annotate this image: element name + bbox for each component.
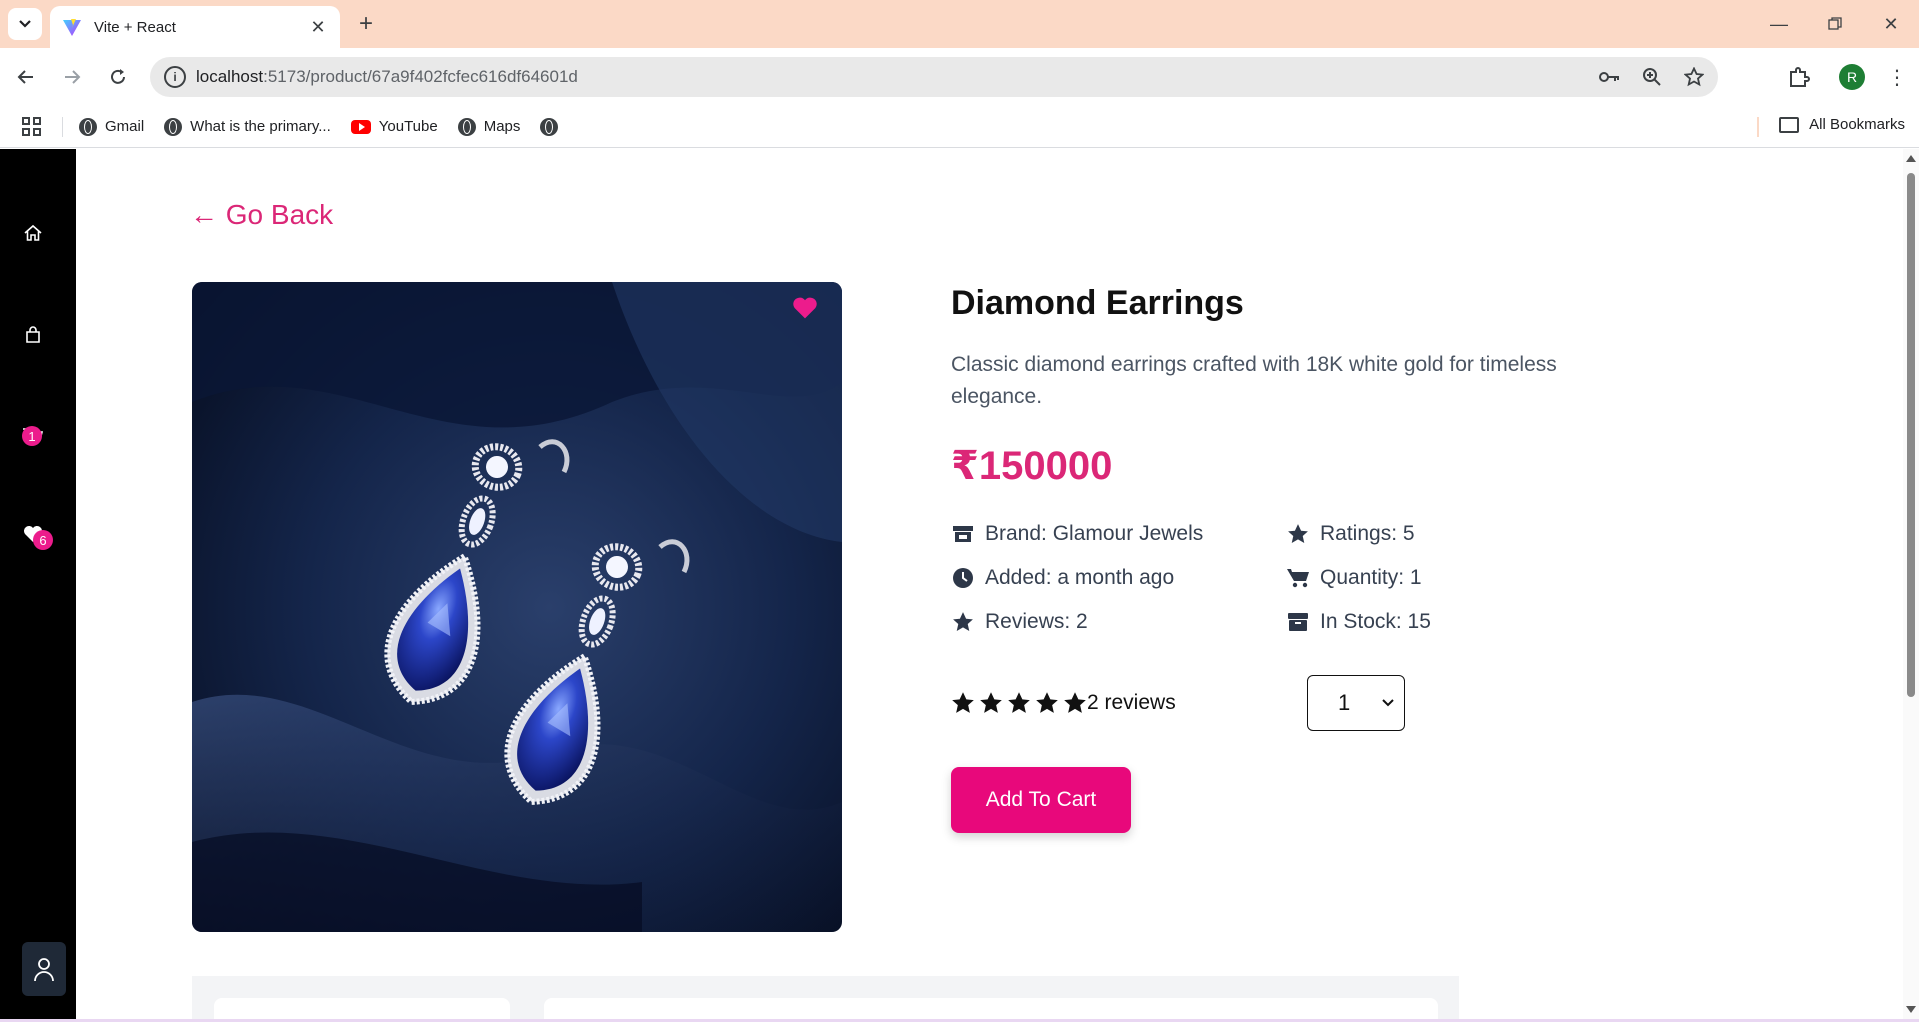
youtube-icon: [350, 119, 371, 134]
cart-count-badge: 1: [22, 426, 42, 446]
cart-icon[interactable]: 1: [22, 426, 44, 448]
restore-icon[interactable]: [1807, 0, 1863, 48]
info-brand: Brand: Glamour Jewels: [951, 521, 1286, 547]
product-info-grid: Brand: Glamour Jewels Ratings: 5 Added: …: [951, 521, 1621, 635]
info-added: Added: a month ago: [951, 565, 1286, 591]
back-arrow-icon[interactable]: [10, 61, 42, 93]
page-content: 1 6 ← Go Back Diamond Earrings Classic d…: [0, 149, 1919, 1022]
bookmark-what-is-the-primary[interactable]: What is the primary...: [164, 117, 331, 136]
site-info-icon[interactable]: i: [164, 66, 186, 88]
store-icon: [951, 522, 975, 546]
clock-icon: [951, 566, 975, 590]
zoom-icon[interactable]: [1640, 65, 1664, 89]
product-details: Diamond Earrings Classic diamond earring…: [951, 284, 1621, 833]
rating-star-icon: [980, 692, 1002, 713]
forward-arrow-icon[interactable]: [56, 61, 88, 93]
rating-star-icon: [1008, 692, 1030, 713]
bookmark-star-icon[interactable]: [1682, 65, 1706, 89]
new-tab-button[interactable]: +: [352, 10, 380, 38]
rating-row: 2 reviews 1: [951, 675, 1621, 731]
all-bookmarks-separator: [1757, 117, 1759, 137]
rating-star-icon: [952, 692, 974, 713]
bookmark-maps[interactable]: Maps: [457, 117, 520, 136]
info-reviews: Reviews: 2: [951, 609, 1286, 635]
box-icon: [1286, 610, 1310, 634]
product-description: Classic diamond earrings crafted with 18…: [951, 353, 1557, 408]
extensions-puzzle-icon[interactable]: [1783, 61, 1815, 93]
reload-icon[interactable]: [102, 61, 134, 93]
apps-grid-icon[interactable]: [22, 116, 42, 137]
reviews-section: [192, 976, 1459, 1022]
favorite-heart-button[interactable]: [792, 296, 818, 325]
reviews-count-text: 2 reviews: [1087, 691, 1176, 714]
close-window-icon[interactable]: ✕: [1863, 0, 1919, 48]
user-icon: [34, 958, 54, 982]
globe-icon: [540, 117, 559, 136]
bookmark-gmail[interactable]: Gmail: [79, 117, 144, 136]
quantity-select[interactable]: 1: [1307, 675, 1405, 731]
info-in-stock: In Stock: 15: [1286, 609, 1586, 635]
globe-icon: [164, 117, 183, 136]
close-tab-icon[interactable]: ✕: [308, 17, 328, 37]
product-name: Diamond Earrings: [951, 284, 1244, 322]
heart-icon[interactable]: 6: [22, 523, 53, 550]
browser-toolbar: i localhost:5173/product/67a9f402fcfec61…: [0, 48, 1919, 106]
earrings-photo: [192, 282, 842, 932]
page-scrollbar[interactable]: [1903, 149, 1919, 1019]
chevron-down-icon: [19, 20, 31, 28]
url-text: localhost:5173/product/67a9f402fcfec616d…: [196, 67, 578, 86]
shopping-bag-icon[interactable]: [22, 324, 44, 346]
star-icon: [1286, 522, 1310, 546]
minimize-icon[interactable]: —: [1751, 0, 1807, 48]
go-back-link[interactable]: ← Go Back: [190, 199, 333, 231]
quantity-select-value: 1: [1338, 690, 1351, 715]
bookmarks-separator: [62, 116, 63, 137]
heart-filled-icon: [793, 297, 817, 319]
scroll-thumb[interactable]: [1907, 173, 1915, 697]
rating-stars: [951, 691, 1087, 715]
shopping-cart-icon: [1286, 566, 1310, 590]
profile-avatar[interactable]: R: [1839, 64, 1865, 90]
tab-search-button[interactable]: [8, 8, 42, 40]
vite-logo-icon: [63, 19, 81, 36]
bookmark-unnamed[interactable]: [540, 117, 566, 136]
all-bookmarks-button[interactable]: All Bookmarks: [1779, 116, 1905, 133]
rating-star-icon: [1036, 692, 1058, 713]
bookmark-youtube[interactable]: YouTube: [350, 118, 438, 135]
folder-icon: [1779, 116, 1800, 133]
address-bar[interactable]: i localhost:5173/product/67a9f402fcfec61…: [150, 57, 1718, 97]
sidebar: 1 6: [0, 149, 76, 1019]
scroll-up-arrow-icon[interactable]: [1906, 155, 1916, 162]
product-price: ₹150000: [951, 444, 1113, 488]
globe-icon: [79, 117, 97, 136]
bookmarks-bar: Gmail What is the primary... YouTube Map…: [0, 106, 1919, 148]
scroll-down-arrow-icon[interactable]: [1906, 1006, 1916, 1013]
info-quantity: Quantity: 1: [1286, 565, 1586, 591]
chevron-down-icon: [1382, 699, 1394, 707]
info-ratings: Ratings: 5: [1286, 521, 1586, 547]
globe-icon: [457, 117, 476, 136]
tab-title: Vite + React: [94, 18, 176, 36]
star-icon: [951, 610, 975, 634]
tab-strip: Vite + React ✕ + — ✕: [0, 0, 1919, 48]
product-image: [192, 282, 842, 932]
favorites-count-badge: 6: [33, 530, 53, 550]
password-key-icon[interactable]: [1598, 65, 1622, 89]
browser-tab[interactable]: Vite + React ✕: [50, 6, 340, 48]
rating-star-icon: [1064, 692, 1086, 713]
browser-menu-icon[interactable]: ⋮: [1887, 61, 1907, 93]
user-profile-button[interactable]: [22, 942, 66, 996]
add-to-cart-button[interactable]: Add To Cart: [951, 767, 1131, 833]
home-icon[interactable]: [22, 222, 44, 244]
